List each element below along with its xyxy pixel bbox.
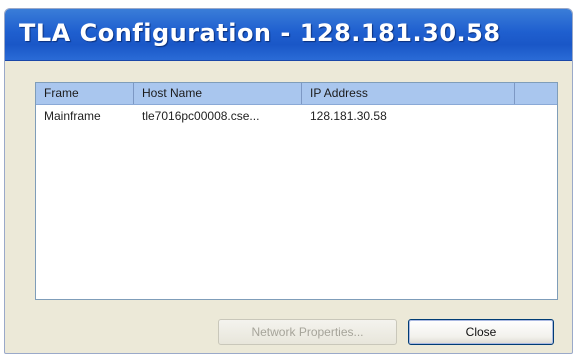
column-header-host-name[interactable]: Host Name bbox=[134, 83, 302, 104]
frames-list[interactable]: Frame Host Name IP Address Mainframe tle… bbox=[35, 82, 558, 300]
title-bar[interactable]: TLA Configuration - 128.181.30.58 bbox=[5, 9, 572, 61]
close-button[interactable]: Close bbox=[408, 319, 554, 345]
cell-host-name: tle7016pc00008.cse... bbox=[142, 109, 260, 123]
column-header-frame[interactable]: Frame bbox=[36, 83, 134, 104]
table-row[interactable]: Mainframe tle7016pc00008.cse... 128.181.… bbox=[36, 107, 557, 125]
column-header-filler bbox=[515, 83, 557, 104]
cell-frame: Mainframe bbox=[44, 109, 101, 123]
list-header: Frame Host Name IP Address bbox=[36, 83, 557, 105]
network-properties-button[interactable]: Network Properties... bbox=[218, 319, 397, 345]
tla-configuration-dialog: TLA Configuration - 128.181.30.58 Frame … bbox=[4, 8, 573, 354]
cell-ip-address: 128.181.30.58 bbox=[310, 109, 387, 123]
column-header-ip-address[interactable]: IP Address bbox=[302, 83, 515, 104]
window-title: TLA Configuration - 128.181.30.58 bbox=[19, 19, 501, 47]
